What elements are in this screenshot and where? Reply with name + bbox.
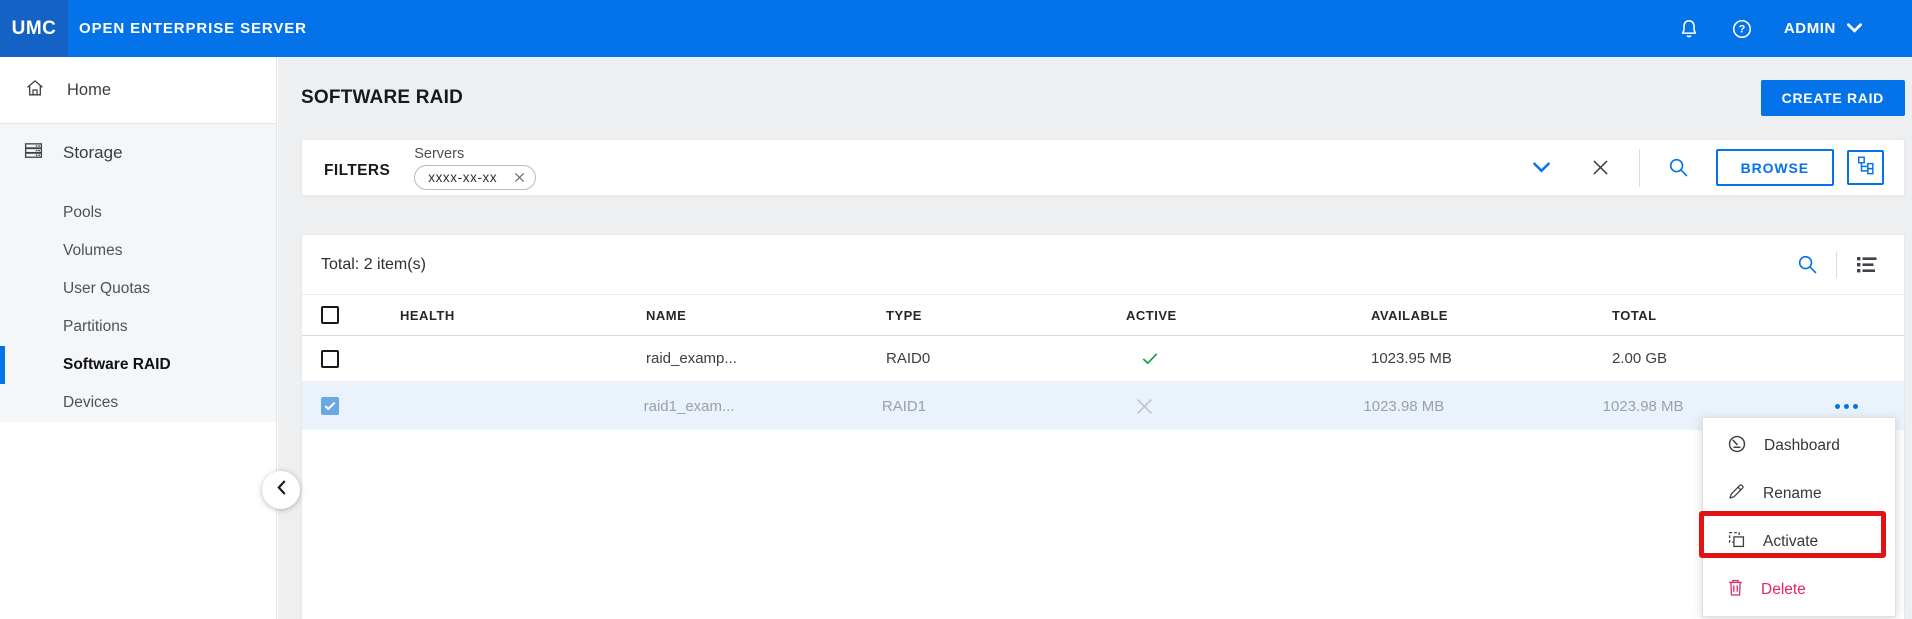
sidebar-storage-label: Storage [63, 143, 123, 162]
sidebar-item-software-raid[interactable]: Software RAID [0, 346, 276, 384]
tree-icon [1856, 155, 1876, 180]
column-header-name[interactable]: NAME [646, 308, 886, 323]
menu-item-rename[interactable]: Rename [1703, 470, 1895, 518]
subnav-label: Pools [63, 204, 102, 221]
total-count-label: Total: 2 item(s) [321, 255, 426, 273]
sidebar-item-pools[interactable]: Pools [0, 194, 276, 232]
chip-remove-icon[interactable] [514, 172, 525, 183]
column-header-active[interactable]: ACTIVE [1126, 308, 1371, 323]
tree-view-button[interactable] [1847, 150, 1884, 185]
umc-logo[interactable]: UMC [0, 0, 68, 57]
filters-divider [1638, 148, 1640, 187]
raid-type-cell: RAID1 [881, 397, 927, 415]
menu-item-delete[interactable]: Delete [1703, 566, 1895, 614]
page-header: SOFTWARE RAID CREATE RAID [301, 57, 1905, 139]
product-title: OPEN ENTERPRISE SERVER [79, 20, 307, 37]
inactive-x-icon [1135, 397, 1363, 416]
table-row-raid0[interactable]: raid_examp... RAID0 1023.95 MB 2.00 GB [302, 336, 1904, 382]
row-context-menu: Dashboard Rename Activate Delete [1702, 417, 1896, 617]
sidebar-item-user-quotas[interactable]: User Quotas [0, 270, 276, 308]
table-row-raid1[interactable]: raid1_exam... RAID1 1023.98 MB 1023.98 M… [302, 382, 1904, 430]
raid-name-cell: raid_examp... [646, 350, 737, 367]
menu-item-label: Activate [1763, 533, 1819, 550]
filters-clear-icon[interactable] [1592, 159, 1609, 176]
chevron-left-icon [276, 480, 286, 500]
create-raid-button[interactable]: CREATE RAID [1760, 80, 1905, 116]
user-name: ADMIN [1783, 20, 1836, 37]
server-filter-chip[interactable]: xxxx-xx-xx [414, 164, 537, 190]
row-checkbox[interactable] [321, 349, 339, 368]
storage-icon [23, 140, 44, 166]
menu-item-label: Delete [1761, 581, 1806, 598]
activate-icon [1727, 530, 1746, 554]
row-checkbox-checked[interactable] [321, 397, 339, 415]
svg-text:?: ? [1738, 23, 1745, 35]
storage-nav-group: Storage Pools Volumes User Quotas Partit… [0, 124, 276, 422]
storage-subnav: Pools Volumes User Quotas Partitions Sof… [0, 194, 276, 422]
available-cell: 1023.95 MB [1371, 350, 1452, 367]
subnav-label: Partitions [63, 318, 128, 335]
column-header-total[interactable]: TOTAL [1612, 308, 1844, 323]
column-header-type[interactable]: TYPE [886, 308, 1126, 323]
top-header-bar: UMC OPEN ENTERPRISE SERVER ? ADMIN [0, 0, 1912, 57]
help-icon[interactable]: ? [1731, 18, 1753, 40]
menu-item-label: Dashboard [1764, 437, 1840, 454]
user-menu[interactable]: ADMIN [1784, 20, 1862, 37]
sidebar-item-storage[interactable]: Storage [0, 124, 276, 182]
column-header-health[interactable]: HEALTH [400, 308, 646, 323]
servers-filter-field: Servers xxxx-xx-xx [414, 145, 537, 190]
topbar-actions: ? ADMIN [1678, 18, 1912, 40]
raid-table-card: Total: 2 item(s) HEALTH NAME TYPE ACTIVE… [301, 234, 1905, 619]
subnav-label: User Quotas [63, 280, 151, 297]
toolbar-divider [1836, 251, 1837, 278]
sidebar-item-devices[interactable]: Devices [0, 384, 276, 422]
browse-button[interactable]: BROWSE [1715, 149, 1834, 186]
subnav-label: Volumes [63, 242, 123, 259]
subnav-label: Software RAID [63, 356, 171, 373]
delete-trash-icon [1727, 578, 1744, 602]
chevron-down-icon [1847, 20, 1862, 37]
sidebar-item-home[interactable]: Home [0, 57, 276, 124]
servers-filter-label: Servers [414, 145, 465, 162]
table-search-icon[interactable] [1797, 254, 1818, 275]
sidebar-home-label: Home [67, 80, 112, 99]
filters-label: FILTERS [324, 161, 391, 179]
filters-expand-chevron-icon[interactable] [1532, 162, 1550, 173]
menu-item-dashboard[interactable]: Dashboard [1703, 422, 1895, 470]
sidebar: Home Storage Pools Volumes User Quotas P… [0, 57, 277, 619]
raid-name-cell: raid1_exam... [643, 397, 735, 415]
filters-search-icon[interactable] [1668, 157, 1689, 178]
menu-item-activate[interactable]: Activate [1703, 518, 1895, 566]
filters-bar: FILTERS Servers xxxx-xx-xx BROWSE [301, 139, 1905, 196]
filters-controls: BROWSE [1532, 148, 1884, 187]
raid-type-cell: RAID0 [886, 350, 931, 367]
table-toolbar: Total: 2 item(s) [302, 235, 1904, 295]
list-view-icon[interactable] [1855, 255, 1879, 275]
available-cell: 1023.98 MB [1363, 397, 1445, 415]
row-actions-menu-icon[interactable] [1833, 400, 1860, 413]
dashboard-gauge-icon [1727, 434, 1747, 459]
page-title: SOFTWARE RAID [301, 87, 463, 108]
home-icon [25, 78, 45, 103]
chip-value: xxxx-xx-xx [428, 169, 498, 185]
total-cell: 1023.98 MB [1602, 397, 1684, 415]
table-header-row: HEALTH NAME TYPE ACTIVE AVAILABLE TOTAL [302, 295, 1904, 336]
column-header-available[interactable]: AVAILABLE [1371, 308, 1612, 323]
app-window: UMC OPEN ENTERPRISE SERVER ? ADMIN Home [0, 0, 1912, 619]
main-content: SOFTWARE RAID CREATE RAID FILTERS Server… [278, 57, 1912, 619]
sidebar-item-volumes[interactable]: Volumes [0, 232, 276, 270]
select-all-checkbox[interactable] [321, 306, 339, 324]
sidebar-collapse-button[interactable] [262, 471, 300, 509]
rename-pencil-icon [1727, 482, 1746, 506]
menu-item-label: Rename [1763, 485, 1822, 502]
subnav-label: Devices [63, 394, 119, 411]
total-cell: 2.00 GB [1612, 350, 1668, 367]
sidebar-item-partitions[interactable]: Partitions [0, 308, 276, 346]
notifications-bell-icon[interactable] [1678, 18, 1700, 40]
active-check-icon [1141, 351, 1371, 366]
